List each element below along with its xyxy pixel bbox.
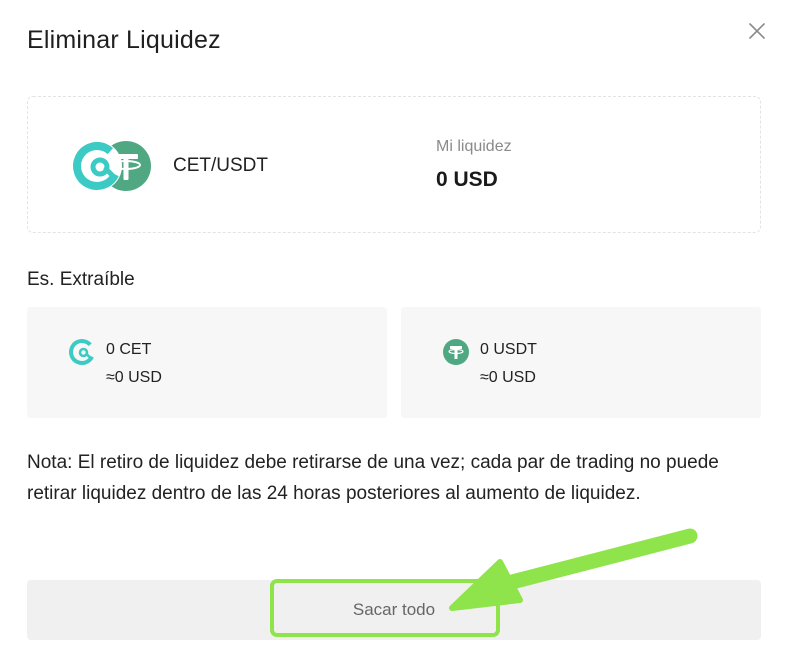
asset-card-usdt: 0 USDT ≈0 USD xyxy=(401,307,761,418)
modal-title: Eliminar Liquidez xyxy=(27,26,221,54)
asset-card-cet: 0 CET ≈0 USD xyxy=(27,307,387,418)
my-liquidity-value: 0 USD xyxy=(436,168,498,191)
cet-coin-icon xyxy=(68,338,96,366)
pair-name: CET/USDT xyxy=(173,155,268,176)
pair-icons xyxy=(70,139,154,193)
usdt-coin-icon xyxy=(442,338,470,366)
asset-amount-cet: 0 CET xyxy=(106,341,152,358)
asset-usd-usdt: ≈0 USD xyxy=(480,369,536,386)
pool-summary-card: CET/USDT Mi liquidez 0 USD xyxy=(27,96,761,233)
remove-liquidity-modal: Eliminar Liquidez CET/USDT Mi liquidez 0… xyxy=(0,0,790,670)
withdrawal-note: Nota: El retiro de liquidez debe retirar… xyxy=(27,452,719,504)
asset-usd-cet: ≈0 USD xyxy=(106,369,162,386)
asset-amount-usdt: 0 USDT xyxy=(480,341,537,358)
close-icon[interactable] xyxy=(746,20,768,42)
withdrawable-label: Es. Extraíble xyxy=(27,269,135,290)
my-liquidity-label: Mi liquidez xyxy=(436,138,512,155)
withdraw-all-button[interactable]: Sacar todo xyxy=(27,580,761,640)
